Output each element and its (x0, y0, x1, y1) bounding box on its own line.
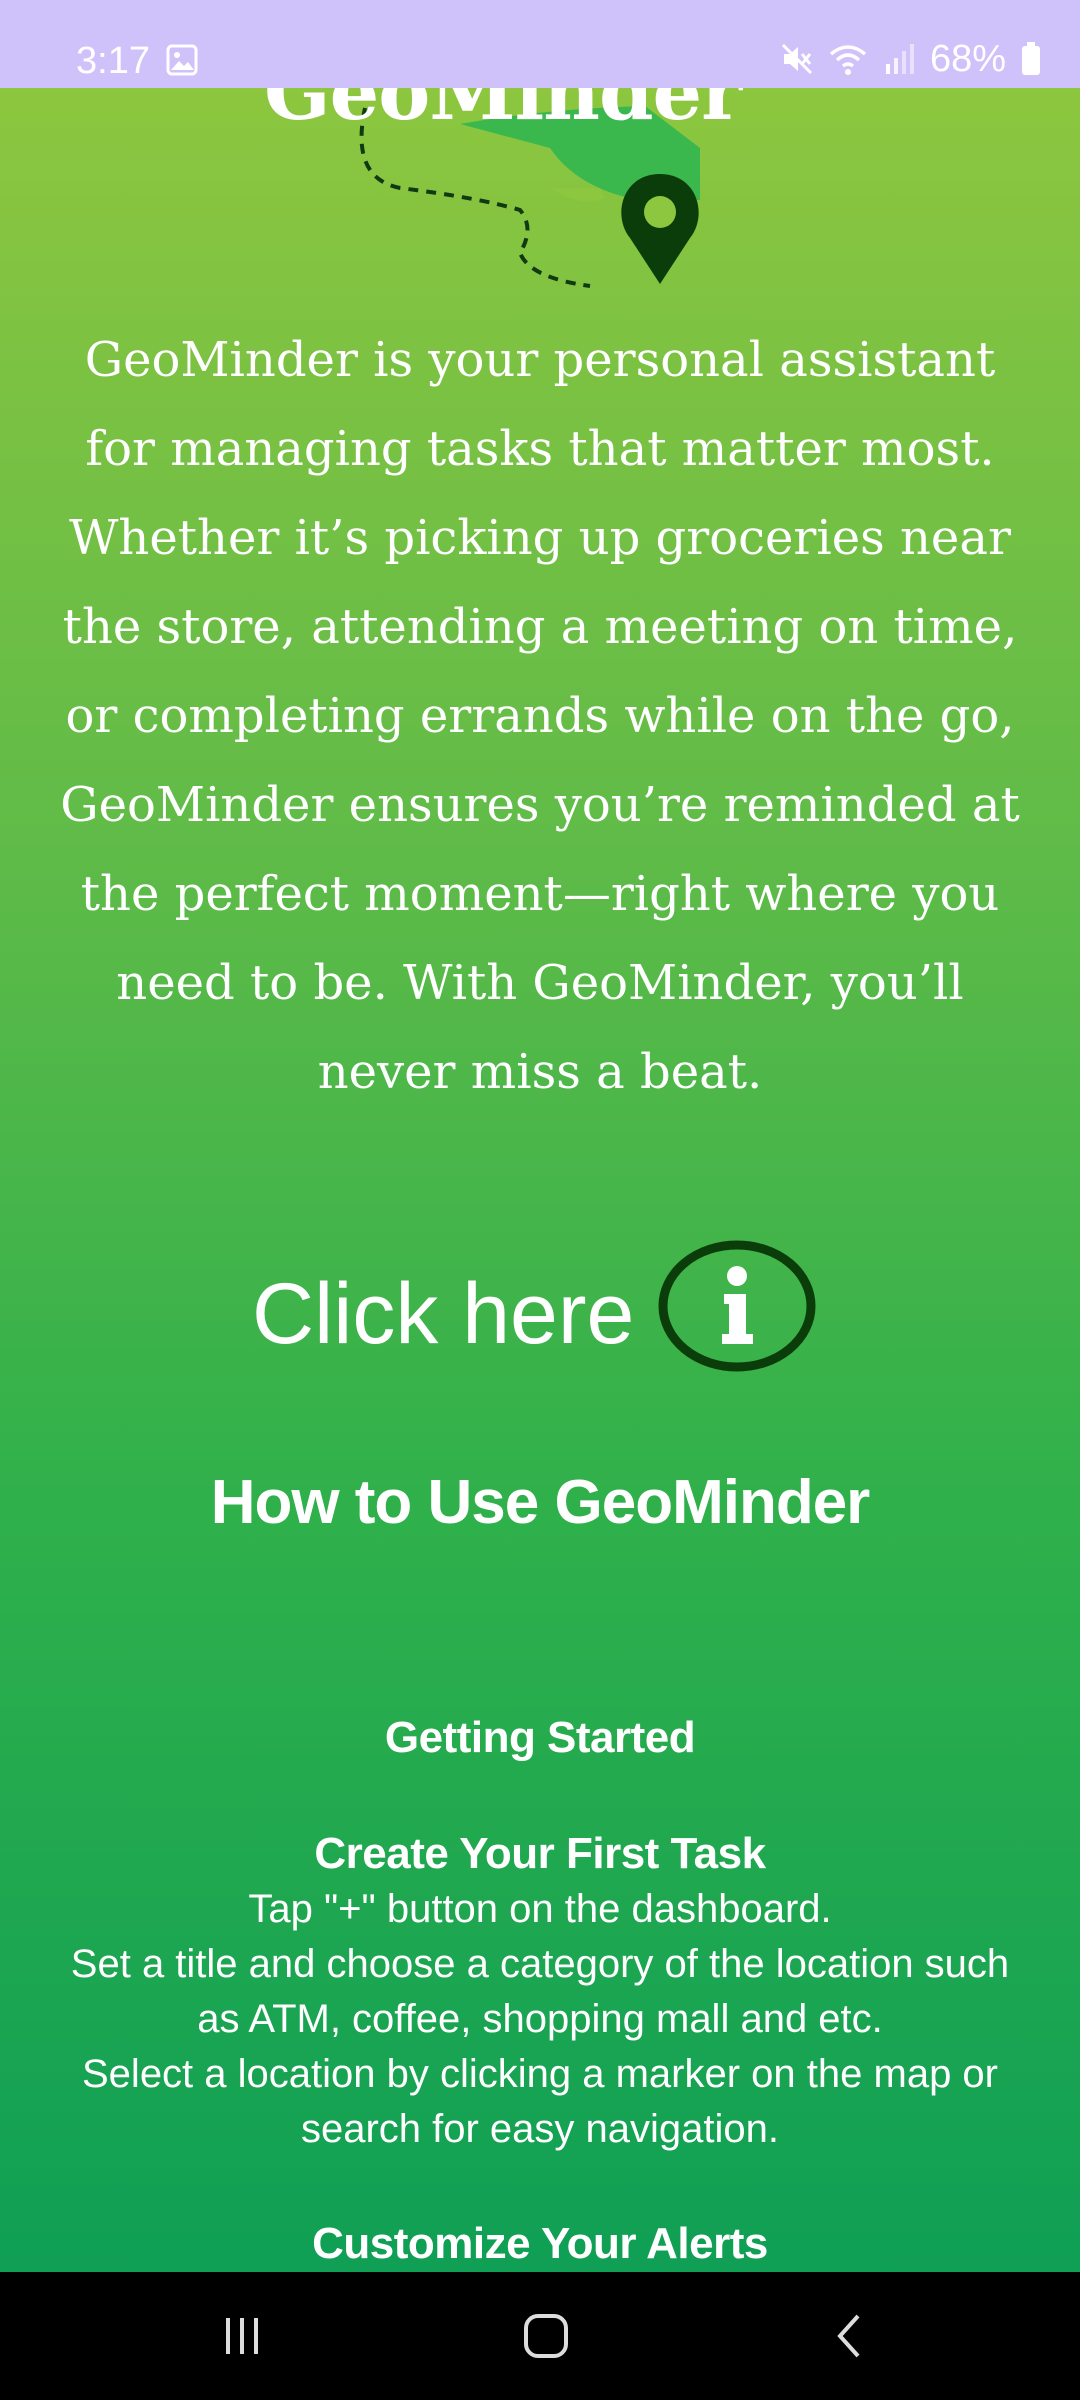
status-time: 3:17 (76, 40, 150, 82)
click-here-button[interactable]: Click here (0, 1238, 1080, 1398)
mute-icon (781, 43, 812, 75)
intro-paragraph: GeoMinder is your personal assistant for… (60, 332, 1020, 1100)
step-item: Tap "+" button on the dashboard. (248, 1887, 832, 1931)
status-icons: 68% (780, 36, 1042, 82)
back-icon (837, 2314, 860, 2358)
wifi-icon (829, 45, 867, 75)
map-pin-icon (621, 174, 699, 284)
battery-percent: 68% (929, 38, 1006, 80)
status-bar: 3:17 68% (0, 0, 1080, 88)
recent-apps-button[interactable] (172, 2272, 312, 2400)
recent-apps-icon (226, 2318, 258, 2354)
logo: GeoMinder (250, 88, 742, 298)
click-here-label: Click here (252, 1266, 635, 1362)
first-task-section: Create Your First Task Tap "+" button on… (0, 1826, 1080, 2157)
home-icon (524, 2314, 568, 2358)
home-button[interactable] (476, 2272, 616, 2400)
how-to-title: How to Use GeoMinder (210, 1468, 871, 1537)
first-task-steps: Tap "+" button on the dashboard. Set a t… (0, 1882, 1080, 2157)
first-task-heading: Create Your First Task (314, 1829, 766, 1878)
info-icon[interactable] (656, 1238, 818, 1374)
signal-icon (885, 44, 914, 74)
getting-started-heading: Getting Started (384, 1713, 696, 1762)
battery-icon (1022, 42, 1040, 75)
image-icon (166, 44, 198, 76)
navigation-bar (0, 2272, 1080, 2400)
step-item: Set a title and choose a category of the… (70, 1942, 1010, 2041)
about-screen[interactable]: GeoMinder GeoMinder is your personal ass… (0, 88, 1080, 2272)
logo-text: GeoMinder (264, 88, 742, 138)
step-item: Select a location by clicking a marker o… (82, 2052, 998, 2151)
back-button[interactable] (780, 2272, 920, 2400)
customize-alerts-heading: Customize Your Alerts (312, 2219, 768, 2268)
